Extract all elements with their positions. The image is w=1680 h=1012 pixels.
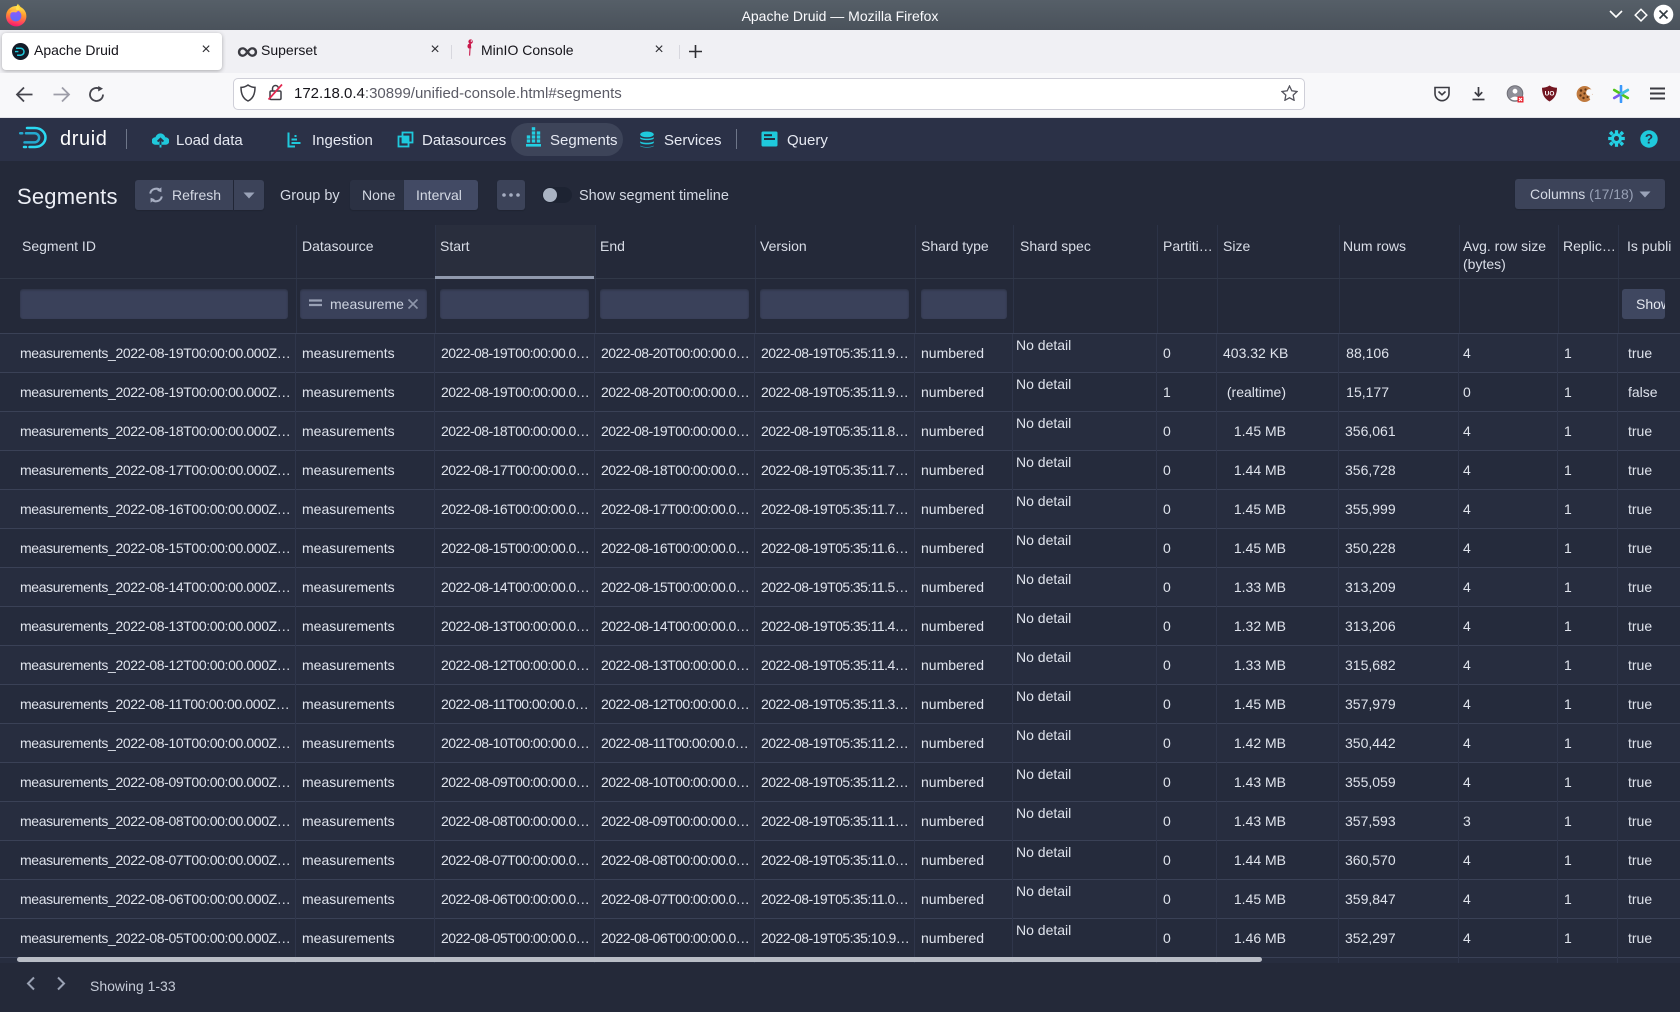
svg-text:?: ?	[1645, 132, 1653, 147]
svg-text:UO: UO	[1545, 91, 1555, 98]
